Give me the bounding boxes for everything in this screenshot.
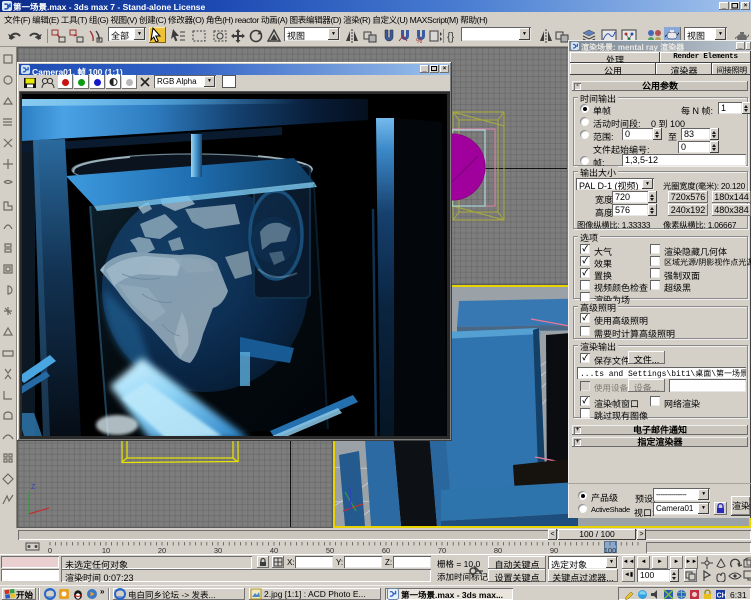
svg-text:%: % — [416, 38, 422, 44]
svg-text:30: 30 — [214, 546, 222, 554]
svg-text:CH: CH — [717, 592, 726, 599]
svg-text:50: 50 — [326, 546, 334, 554]
svg-text:100: 100 — [604, 546, 617, 554]
svg-text:20: 20 — [158, 546, 166, 554]
svg-text:60: 60 — [382, 546, 390, 554]
svg-text:10: 10 — [102, 546, 110, 554]
svg-text:Z: Z — [31, 484, 36, 491]
svg-text:0: 0 — [48, 546, 52, 554]
svg-text:70: 70 — [438, 546, 446, 554]
svg-text:80: 80 — [494, 546, 502, 554]
svg-text:{}: {} — [447, 31, 455, 43]
svg-text:90: 90 — [550, 546, 558, 554]
svg-text:40: 40 — [270, 546, 278, 554]
